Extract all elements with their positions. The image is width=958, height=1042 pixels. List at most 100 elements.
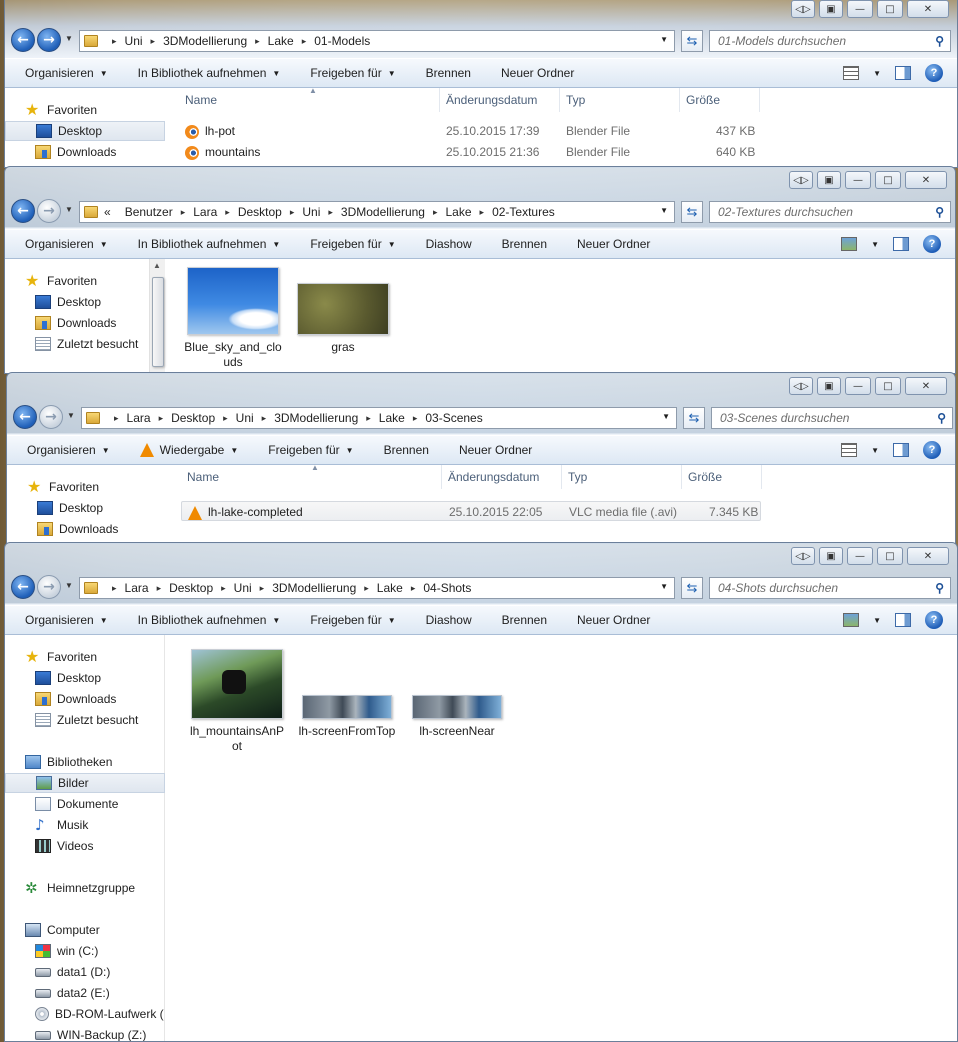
breadcrumb-item[interactable]: Lara [127,411,151,425]
nav-item-downloads[interactable]: Downloads [5,689,165,709]
minimize-button[interactable]: — [845,171,871,189]
back-arrow-icon[interactable]: ← [11,28,35,52]
column-type[interactable]: Typ [566,93,585,107]
search-icon[interactable]: ⚲ [937,411,946,425]
help-icon[interactable]: ? [923,441,941,459]
back-arrow-icon[interactable]: ← [11,199,35,223]
nav-item-favorites[interactable]: ★ Favoriten [5,100,165,120]
snap-left-button[interactable]: ◁▷ [791,0,815,18]
help-icon[interactable]: ? [923,235,941,253]
column-type[interactable]: Typ [568,470,587,484]
column-divider[interactable] [561,465,562,489]
new-folder-button[interactable]: Neuer Ordner [501,66,574,80]
back-arrow-icon[interactable]: ← [11,575,35,599]
breadcrumb-item[interactable]: 3DModellierung [163,34,247,48]
breadcrumb-item[interactable]: Desktop [169,581,213,595]
address-bar[interactable]: « Benutzer ▸ Lara ▸ Desktop ▸ Uni ▸ 3DModell… [79,201,675,223]
view-thumbnails-icon[interactable] [841,237,858,251]
breadcrumb-item[interactable]: Desktop [238,205,282,219]
minimize-button[interactable]: — [845,377,871,395]
minimize-button[interactable]: — [847,0,873,18]
nav-item-drive-c[interactable]: win (C:) [5,941,165,961]
column-size[interactable]: Größe [688,470,722,484]
scroll-up-icon[interactable]: ▲ [153,261,161,270]
maximize-button[interactable]: □ [877,547,903,565]
nav-item-downloads[interactable]: Downloads [5,313,165,333]
table-row[interactable]: lh-pot 25.10.2015 17:39 Blender File 437… [179,121,759,141]
preview-pane-icon[interactable] [893,237,909,251]
column-divider[interactable] [681,465,682,489]
search-input[interactable]: 01-Models durchsuchen ⚲ [709,30,951,52]
include-in-library-button[interactable]: In Bibliothek aufnehmen ▼ [138,66,281,80]
nav-item-downloads[interactable]: Downloads [5,142,165,162]
slideshow-button[interactable]: Diashow [426,613,472,627]
column-divider[interactable] [439,88,440,112]
slideshow-button[interactable]: Diashow [426,237,472,251]
nav-item-pictures[interactable]: Bilder [5,773,165,793]
column-divider[interactable] [761,465,762,489]
breadcrumb-item[interactable]: 03-Scenes [425,411,482,425]
forward-arrow-icon[interactable]: → [37,28,61,52]
nav-item-recent[interactable]: Zuletzt besucht [5,710,165,730]
refresh-icon[interactable]: ⇆ [683,407,705,429]
chevron-down-icon[interactable]: ▼ [660,35,668,44]
chevron-down-icon[interactable]: ▼ [662,412,670,421]
snap-left-button[interactable]: ◁▷ [791,547,815,565]
burn-button[interactable]: Brennen [502,613,547,627]
refresh-icon[interactable]: ⇆ [681,201,703,223]
breadcrumb-item[interactable]: Uni [234,581,252,595]
breadcrumb-item[interactable]: Lara [193,205,217,219]
address-bar[interactable]: ▸ Uni ▸ 3DModellierung ▸ Lake ▸ 01-Models ▼ [79,30,675,52]
view-thumbnails-icon[interactable] [843,613,860,627]
column-name[interactable]: Name [185,93,217,107]
chevron-down-icon[interactable]: ▼ [871,446,879,455]
scroll-thumb[interactable] [152,277,164,367]
search-input[interactable]: 04-Shots durchsuchen ⚲ [709,577,951,599]
breadcrumb-item[interactable]: Desktop [171,411,215,425]
restore-down-button[interactable]: ▣ [819,0,843,18]
search-input[interactable]: 03-Scenes durchsuchen ⚲ [711,407,953,429]
restore-down-button[interactable]: ▣ [819,547,843,565]
refresh-icon[interactable]: ⇆ [681,30,703,52]
breadcrumb-overflow[interactable]: « [104,205,111,219]
search-icon[interactable]: ⚲ [935,581,944,595]
column-divider[interactable] [759,88,760,112]
burn-button[interactable]: Brennen [384,443,429,457]
nav-item-desktop[interactable]: Desktop [5,668,165,688]
chevron-down-icon[interactable]: ▼ [660,582,668,591]
breadcrumb-item[interactable]: Uni [302,205,320,219]
preview-pane-icon[interactable] [895,66,911,80]
restore-down-button[interactable]: ▣ [817,171,841,189]
minimize-button[interactable]: — [847,547,873,565]
refresh-icon[interactable]: ⇆ [681,577,703,599]
image-tile[interactable]: lh-screenFromTop [297,695,397,739]
new-folder-button[interactable]: Neuer Ordner [459,443,532,457]
chevron-down-icon[interactable]: ▼ [873,616,881,625]
close-button[interactable]: ✕ [907,0,949,18]
maximize-button[interactable]: □ [875,171,901,189]
breadcrumb-item[interactable]: Lake [268,34,294,48]
nav-item-documents[interactable]: Dokumente [5,794,165,814]
chevron-down-icon[interactable]: ▼ [871,240,879,249]
breadcrumb-item[interactable]: Uni [125,34,143,48]
preview-pane-icon[interactable] [893,443,909,457]
restore-down-button[interactable]: ▣ [817,377,841,395]
search-icon[interactable]: ⚲ [935,34,944,48]
help-icon[interactable]: ? [925,64,943,82]
breadcrumb-item[interactable]: Lake [379,411,405,425]
include-in-library-button[interactable]: In Bibliothek aufnehmen ▼ [138,613,281,627]
nav-item-drive-d[interactable]: data1 (D:) [5,962,165,982]
forward-arrow-icon[interactable]: → [37,575,61,599]
search-icon[interactable]: ⚲ [935,205,944,219]
organize-button[interactable]: Organisieren ▼ [25,613,108,627]
view-details-icon[interactable] [843,66,860,80]
snap-left-button[interactable]: ◁▷ [789,377,813,395]
organize-button[interactable]: Organisieren ▼ [25,66,108,80]
nav-item-desktop[interactable]: Desktop [5,121,165,141]
nav-item-desktop[interactable]: Desktop [5,292,165,312]
close-button[interactable]: ✕ [907,547,949,565]
image-tile[interactable]: Blue_sky_and_clouds [183,267,283,370]
breadcrumb-item[interactable]: Lara [125,581,149,595]
recent-pages-dropdown[interactable]: ▼ [65,205,73,214]
column-divider[interactable] [679,88,680,112]
